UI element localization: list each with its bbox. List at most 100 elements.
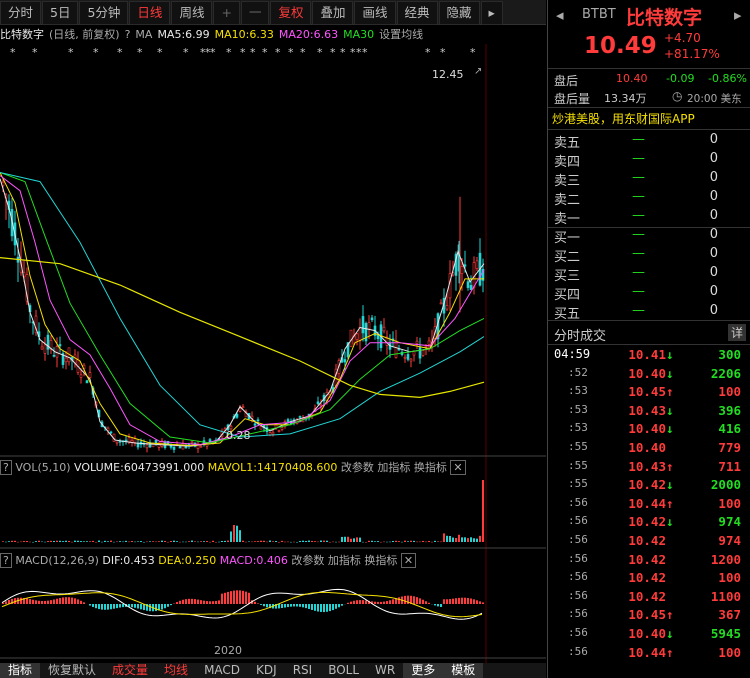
volume-bar [230, 531, 232, 542]
tab-ma[interactable]: 均线 [156, 663, 196, 678]
volume-bar [428, 541, 430, 542]
tab-volume[interactable]: 成交量 [104, 663, 156, 678]
volume-bar [65, 540, 67, 542]
draw-line-button[interactable]: 画线 [354, 1, 396, 25]
zoom-out-button[interactable]: 一 [240, 1, 270, 25]
tab-restore-default[interactable]: 恢复默认 [40, 663, 104, 678]
tab-5day[interactable]: 5日 [42, 1, 79, 25]
macd-switch-button[interactable]: 换指标 [364, 554, 397, 567]
macd-close-icon[interactable]: ✕ [400, 553, 417, 568]
macd-bar [428, 602, 430, 604]
volume-bar [2, 541, 4, 542]
macd-bar [203, 600, 205, 604]
orderbook-level: 卖二 [554, 193, 581, 208]
overlay-button[interactable]: 叠加 [312, 1, 354, 25]
prev-stock-icon[interactable]: ◂ [556, 6, 564, 24]
volume-bar [83, 541, 85, 542]
vol-close-icon[interactable]: ✕ [450, 460, 466, 475]
macd-modify-button[interactable]: 改参数 [291, 554, 324, 567]
more-icon[interactable]: ▸ [480, 1, 503, 25]
macd-bar [191, 598, 193, 604]
zoom-in-button[interactable]: + [213, 1, 240, 25]
candle-body [277, 430, 281, 432]
adjust-button[interactable]: 复权 [270, 1, 312, 25]
orderbook-level: 卖一 [554, 212, 581, 227]
hide-button[interactable]: 隐藏 [438, 1, 480, 25]
volume-bar [380, 541, 382, 543]
volume-bar [5, 541, 7, 543]
volume-bar [155, 541, 157, 543]
macd-bar [164, 604, 166, 609]
event-star: * [117, 46, 123, 59]
candle-body [415, 340, 419, 344]
macd-bar [230, 591, 232, 604]
tab-indicator[interactable]: 指标 [0, 663, 41, 678]
macd-bar [68, 597, 70, 604]
tab-wr[interactable]: WR [367, 663, 403, 678]
max-arrow: ↗ [474, 66, 482, 77]
ma-settings-button[interactable]: 设置均线 [379, 28, 423, 41]
tab-more[interactable]: 更多 [403, 663, 444, 678]
volume-bar [194, 541, 196, 542]
macd-bar [41, 600, 43, 604]
macd-bar [347, 602, 349, 604]
macd-bar [383, 601, 385, 604]
macd-legend: ? MACD(12,26,9) DIF:0.453 DEA:0.250 MACD… [0, 552, 488, 568]
volume-bar [413, 540, 415, 542]
macd-add-button[interactable]: 加指标 [328, 554, 361, 567]
macd-bar [131, 604, 133, 608]
volume-bar [119, 541, 121, 542]
volume-bar [395, 540, 397, 542]
tab-macd[interactable]: MACD [196, 663, 248, 678]
tab-boll[interactable]: BOLL [320, 663, 367, 678]
trade-price: 10.42 [628, 570, 666, 586]
volume-bar [431, 541, 433, 543]
vol-modify-button[interactable]: 改参数 [341, 461, 374, 474]
volume-bar [419, 541, 421, 543]
orderbook-level: 卖五 [554, 136, 581, 151]
macd-bar [446, 599, 448, 604]
vol-help-icon[interactable]: ? [0, 460, 12, 475]
tab-weekly[interactable]: 周线 [171, 1, 213, 25]
volume-bar [338, 541, 340, 543]
volume-bar [158, 541, 160, 542]
tab-kdj[interactable]: KDJ [248, 663, 285, 678]
promo-link[interactable]: 炒港美股，用东财国际APP [552, 110, 695, 127]
arrow-down-icon: ↓ [666, 365, 674, 381]
volume-legend: ? VOL(5,10) VOLUME:60473991.000 MAVOL1:1… [0, 459, 488, 475]
trade-volume: 974 [718, 514, 741, 530]
macd-bar [452, 598, 454, 604]
orderbook-level: 卖四 [554, 155, 581, 170]
candle-body [64, 357, 68, 363]
vol-switch-button[interactable]: 换指标 [414, 461, 447, 474]
arrow-down-icon: ↓ [666, 347, 674, 362]
volume-bar [461, 537, 463, 542]
macd-bar [119, 604, 121, 608]
macd-bar [305, 604, 307, 609]
kline-chart[interactable]: * * * * * * * * * * * * * * * * * * * * * * * * * * * 12.0011.0010… [0, 44, 546, 678]
trade-price: 10.45 [628, 607, 666, 623]
tab-template[interactable]: 模板 [443, 663, 484, 678]
event-star: * [210, 46, 216, 59]
vol-add-button[interactable]: 加指标 [377, 461, 410, 474]
price-change: +4.70 [664, 31, 701, 45]
candle-body [145, 444, 149, 449]
trade-volume: 1200 [710, 551, 741, 567]
trade-time: :55 [568, 458, 588, 472]
classic-button[interactable]: 经典 [396, 1, 438, 25]
tab-intraday[interactable]: 分时 [0, 1, 42, 25]
price-axis: 12.00 11.00 10.00 9.00 8.00 7.00 6.00 5.00 4.00 3… [506, 100, 539, 447]
volume-bar [212, 540, 214, 542]
tab-daily[interactable]: 日线 [129, 1, 171, 25]
macd-help-icon[interactable]: ? [0, 553, 12, 568]
help-icon[interactable]: ? [125, 28, 131, 41]
trade-row: :53 10.43 ↓ 396 [548, 403, 750, 422]
tab-rsi[interactable]: RSI [285, 663, 321, 678]
tab-5min[interactable]: 5分钟 [79, 1, 129, 25]
next-stock-icon[interactable]: ▸ [734, 6, 742, 24]
macd-bar [236, 590, 238, 604]
ma-line-ma10 [0, 172, 484, 447]
candles [1, 179, 485, 453]
macd-bar [95, 604, 97, 609]
trades-detail-button[interactable]: 详 [728, 324, 747, 341]
